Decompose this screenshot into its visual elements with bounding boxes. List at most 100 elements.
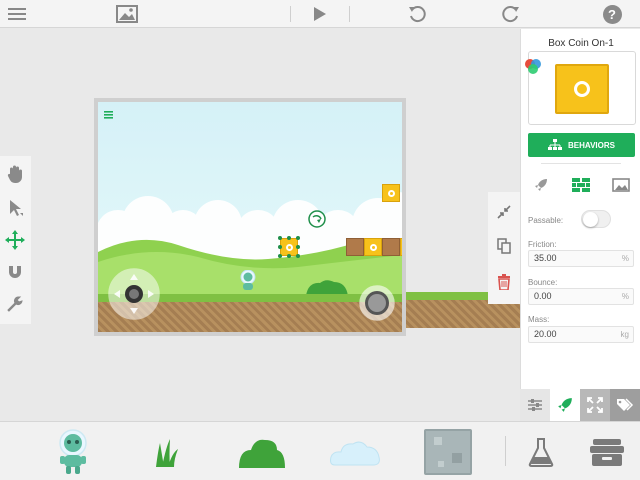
hamburger-icon: [8, 8, 26, 20]
alien-character[interactable]: [240, 270, 256, 292]
duplicate-icon: [497, 238, 511, 254]
wrench-icon: [7, 296, 23, 312]
asset-lab-button[interactable]: [524, 426, 558, 478]
duplicate-button[interactable]: [494, 236, 514, 256]
trash-icon: [498, 274, 510, 290]
asset-characters[interactable]: [54, 426, 92, 478]
tab-image[interactable]: [609, 175, 633, 195]
bush-icon: [239, 439, 285, 468]
panel-tab-bar: [520, 389, 640, 421]
behaviors-button[interactable]: BEHAVIORS: [528, 133, 635, 157]
select-tool-button[interactable]: [3, 196, 27, 220]
play-button[interactable]: [308, 2, 332, 26]
toolbar-divider: [349, 6, 350, 22]
bounce-label: Bounce:: [528, 278, 558, 287]
toolbar-divider: [290, 6, 291, 22]
asset-tiles[interactable]: [422, 426, 474, 478]
coin-box[interactable]: [400, 238, 402, 256]
sliders-icon: [528, 399, 542, 411]
shrink-button[interactable]: [494, 202, 514, 222]
brick-block[interactable]: [346, 238, 364, 256]
hierarchy-icon: [548, 139, 563, 150]
tag-icon: [617, 398, 634, 411]
asset-clouds[interactable]: [328, 426, 382, 478]
passable-toggle[interactable]: [581, 210, 611, 228]
move-arrows-icon: [5, 230, 25, 250]
rotate-handle-icon[interactable]: [308, 210, 326, 228]
coin-icon: [387, 189, 395, 197]
coin-icon: [574, 81, 590, 97]
coin-box-preview: [555, 64, 609, 114]
object-title: Box Coin On-1: [548, 38, 614, 49]
behaviors-label: BEHAVIORS: [568, 140, 615, 150]
brick-grid-icon: [572, 178, 590, 192]
rocket-icon: [535, 179, 547, 191]
expand-icon: [587, 397, 603, 413]
action-button[interactable]: [359, 285, 395, 321]
selected-coin-box[interactable]: [278, 236, 300, 258]
friction-label: Friction:: [528, 240, 557, 249]
virtual-joystick[interactable]: [108, 268, 160, 320]
tool-palette: [0, 156, 31, 324]
mass-value: 20.00: [534, 329, 557, 339]
grass-tuft-icon: [156, 439, 178, 467]
coin-icon: [369, 243, 377, 251]
object-actions-toolbar: [488, 192, 520, 304]
tab-tiles[interactable]: [569, 175, 593, 195]
coin-box[interactable]: [382, 184, 400, 202]
coin-box[interactable]: [364, 238, 382, 256]
image-icon: [612, 178, 630, 192]
mass-label: Mass:: [528, 315, 550, 324]
tab-settings[interactable]: [520, 389, 550, 421]
magnet-tool-button[interactable]: [3, 260, 27, 284]
pan-tool-button[interactable]: [3, 162, 27, 186]
asset-plants[interactable]: [150, 426, 182, 478]
move-tool-button[interactable]: [3, 228, 27, 252]
object-preview[interactable]: [525, 51, 636, 125]
magnet-icon: [9, 266, 21, 278]
tab-transform[interactable]: [580, 389, 610, 421]
delete-button[interactable]: [494, 272, 514, 292]
background-image-button[interactable]: [115, 2, 139, 26]
play-icon: [314, 7, 326, 21]
undo-icon: [409, 6, 426, 23]
top-toolbar: ?: [0, 0, 640, 28]
tab-tags[interactable]: [610, 389, 640, 421]
mass-field[interactable]: 20.00 kg: [528, 326, 634, 343]
archive-box-icon: [590, 439, 624, 466]
selection-handles[interactable]: [278, 236, 300, 258]
hand-icon: [7, 165, 22, 183]
passable-label: Passable:: [528, 216, 564, 225]
tab-physics[interactable]: [529, 175, 553, 195]
undo-button[interactable]: [405, 2, 429, 26]
stone-tile-icon: [424, 429, 472, 475]
game-scene[interactable]: [98, 102, 402, 332]
friction-unit: %: [621, 254, 629, 263]
tab-behaviors[interactable]: [550, 389, 580, 421]
help-icon: ?: [602, 4, 622, 24]
color-picker-icon[interactable]: [523, 58, 543, 81]
image-icon: [116, 5, 138, 23]
mass-unit: kg: [620, 330, 629, 339]
divider: [541, 163, 621, 164]
friction-value: 35.00: [534, 253, 557, 263]
shrink-icon: [497, 205, 511, 219]
alien-icon: [59, 429, 87, 474]
help-button[interactable]: ?: [600, 2, 624, 26]
wrench-tool-button[interactable]: [3, 292, 27, 316]
cursor-icon: [10, 200, 23, 216]
bounce-value: 0.00: [534, 291, 552, 301]
asset-bushes[interactable]: [236, 426, 288, 478]
brick-block[interactable]: [382, 238, 400, 256]
menu-button[interactable]: [5, 2, 29, 26]
redo-button[interactable]: [499, 2, 523, 26]
help-label: ?: [608, 6, 616, 22]
asset-library-bar: [0, 421, 640, 480]
redo-icon: [502, 6, 519, 23]
bounce-field[interactable]: 0.00 %: [528, 288, 634, 305]
friction-field[interactable]: 35.00 %: [528, 250, 634, 267]
rocket-icon: [558, 398, 572, 412]
cloud-icon: [330, 441, 380, 466]
scene-menu-icon[interactable]: [104, 111, 113, 119]
asset-storage-button[interactable]: [586, 426, 628, 478]
